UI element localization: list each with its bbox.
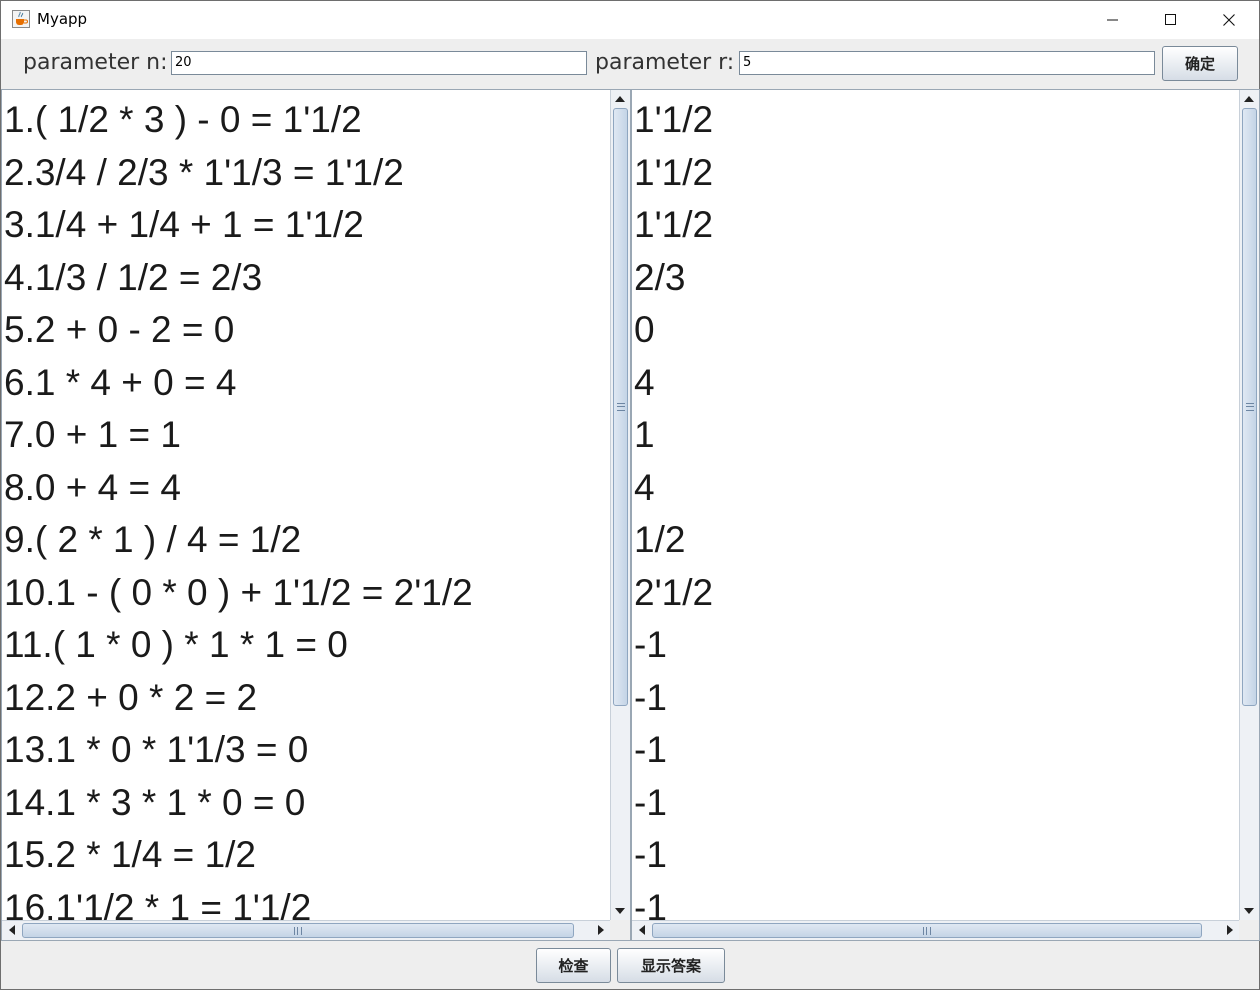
- answer-line: 2'1/2: [634, 571, 714, 613]
- app-window: Myapp parameter n: 20 parameter r: 5 确定 …: [0, 0, 1260, 990]
- exercise-line: 5.2 + 0 - 2 = 0: [4, 309, 235, 350]
- answer-line: 4: [634, 361, 655, 403]
- exercise-line: 3.1/4 + 1/4 + 1 = 1'1/2: [4, 204, 364, 245]
- grip-icon: [923, 926, 931, 935]
- vertical-scroll-thumb[interactable]: [1242, 108, 1257, 706]
- answer-line: 1: [634, 414, 655, 455]
- exercise-vertical-scrollbar[interactable]: [610, 90, 630, 920]
- answer-line: -1: [634, 624, 667, 665]
- exercise-line: 7.0 + 1 = 1: [4, 414, 181, 455]
- answer-line: 0: [634, 309, 655, 350]
- parameter-n-input[interactable]: 20: [171, 51, 587, 75]
- answer-vertical-scrollbar[interactable]: [1239, 90, 1259, 920]
- exercise-horizontal-scrollbar[interactable]: [2, 920, 610, 940]
- minimize-button[interactable]: [1084, 1, 1142, 39]
- horizontal-scroll-thumb[interactable]: [22, 923, 574, 938]
- scroll-left-arrow-icon[interactable]: [633, 921, 651, 939]
- answer-text-area[interactable]: 1'1/2 1'1/2 1'1/2 2/3 0 4 1 4 1/2 2'1/2 -1 -1 -1 -1 -1…: [632, 90, 1239, 920]
- confirm-button[interactable]: 确定: [1162, 46, 1238, 81]
- answer-line: -1: [634, 729, 667, 770]
- answer-line: 2/3: [634, 256, 686, 298]
- scroll-up-arrow-icon[interactable]: [611, 90, 629, 108]
- exercise-line: 4.1/3 / 1/2 = 2/3: [4, 256, 263, 298]
- window-title: Myapp: [37, 10, 88, 28]
- maximize-icon: [1165, 14, 1177, 26]
- parameter-r-label: parameter r:: [595, 50, 735, 75]
- answer-horizontal-scrollbar[interactable]: [632, 920, 1239, 940]
- scroll-down-arrow-icon[interactable]: [1240, 902, 1258, 920]
- minimize-icon: [1107, 14, 1119, 26]
- exercise-scroll-pane[interactable]: 1.( 1/2 * 3 ) - 0 = 1'1/2 2.3/4 / 2/3 * 1…: [1, 89, 631, 941]
- exercise-line: 11.( 1 * 0 ) * 1 * 1 = 0: [4, 624, 348, 665]
- scroll-corner: [610, 920, 630, 940]
- exercise-line: 1.( 1/2 * 3 ) - 0 = 1'1/2: [4, 99, 362, 140]
- scroll-left-arrow-icon[interactable]: [3, 921, 21, 939]
- answer-line: 4: [634, 466, 655, 508]
- answer-scroll-pane[interactable]: 1'1/2 1'1/2 1'1/2 2/3 0 4 1 4 1/2 2'1/2 -1 -1 -1 -1 -1…: [631, 89, 1260, 941]
- scroll-up-arrow-icon[interactable]: [1240, 90, 1258, 108]
- exercise-line: 8.0 + 4 = 4: [4, 466, 181, 508]
- vertical-scroll-thumb[interactable]: [613, 108, 628, 706]
- exercise-line: 15.2 * 1/4 = 1/2: [4, 834, 257, 875]
- answer-line: 1'1/2: [634, 151, 714, 193]
- scroll-down-arrow-icon[interactable]: [611, 902, 629, 920]
- exercise-line: 2.3/4 / 2/3 * 1'1/3 = 1'1/2: [4, 151, 404, 193]
- parameter-n-label: parameter n:: [23, 50, 168, 75]
- exercise-list: 1.( 1/2 * 3 ) - 0 = 1'1/2 2.3/4 / 2/3 * 1…: [4, 94, 473, 920]
- close-icon: [1223, 14, 1235, 26]
- grip-icon: [1245, 403, 1254, 411]
- title-bar[interactable]: Myapp: [1, 1, 1259, 39]
- show-answer-button[interactable]: 显示答案: [617, 948, 725, 983]
- close-button[interactable]: [1200, 1, 1258, 39]
- exercise-line: 16.1'1/2 * 1 = 1'1/2: [4, 886, 312, 921]
- exercise-line: 13.1 * 0 * 1'1/3 = 0: [4, 729, 309, 770]
- answer-list: 1'1/2 1'1/2 1'1/2 2/3 0 4 1 4 1/2 2'1/2 -1 -1 -1 -1 -1…: [634, 94, 713, 920]
- scroll-right-arrow-icon[interactable]: [1221, 921, 1239, 939]
- grip-icon: [616, 403, 625, 411]
- answer-line: -1: [634, 834, 667, 875]
- answer-line: 1'1/2: [634, 204, 714, 245]
- grip-icon: [294, 926, 302, 935]
- exercise-line: 10.1 - ( 0 * 0 ) + 1'1/2 = 2'1/2: [4, 571, 473, 613]
- answer-line: -1: [634, 676, 667, 718]
- maximize-button[interactable]: [1142, 1, 1200, 39]
- horizontal-scroll-thumb[interactable]: [652, 923, 1202, 938]
- scroll-corner: [1239, 920, 1259, 940]
- exercise-line: 14.1 * 3 * 1 * 0 = 0: [4, 781, 306, 823]
- exercise-line: 9.( 2 * 1 ) / 4 = 1/2: [4, 519, 302, 560]
- exercise-text-area[interactable]: 1.( 1/2 * 3 ) - 0 = 1'1/2 2.3/4 / 2/3 * 1…: [2, 90, 610, 920]
- exercise-line: 12.2 + 0 * 2 = 2: [4, 676, 258, 718]
- exercise-line: 6.1 * 4 + 0 = 4: [4, 361, 237, 403]
- scroll-right-arrow-icon[interactable]: [592, 921, 610, 939]
- answer-line: 1/2: [634, 519, 686, 560]
- check-button[interactable]: 检查: [536, 948, 611, 983]
- java-cup-icon: [12, 10, 30, 28]
- parameter-r-input[interactable]: 5: [739, 51, 1155, 75]
- answer-line: -1: [634, 781, 667, 823]
- answer-line: 1'1/2: [634, 99, 714, 140]
- answer-line: -1: [634, 886, 667, 921]
